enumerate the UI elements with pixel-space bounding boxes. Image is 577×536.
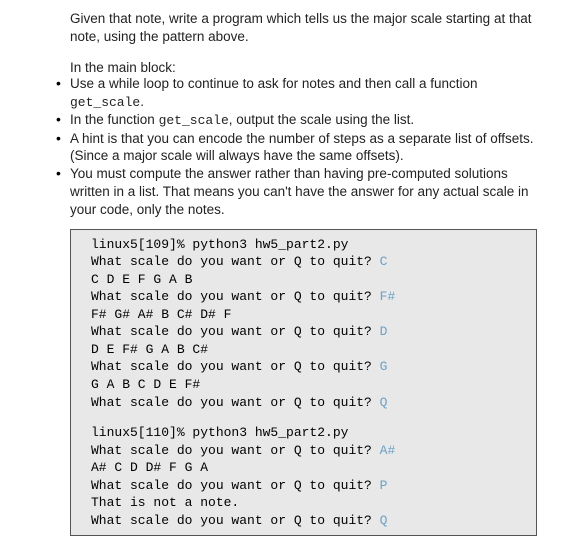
terminal-prompt: What scale do you want or Q to quit? [91, 324, 380, 339]
list-text: Use a while loop to continue to ask for … [70, 76, 478, 91]
list-text: , output the scale using the list. [229, 112, 414, 127]
terminal-result: A# C D D# F G A [91, 460, 208, 475]
instruction-list: Use a while loop to continue to ask for … [52, 75, 537, 218]
list-text: You must compute the answer rather than … [70, 166, 529, 217]
user-input: F# [380, 289, 396, 304]
user-input: P [380, 478, 388, 493]
terminal-prompt: What scale do you want or Q to quit? [91, 254, 380, 269]
terminal-command: linux5[110]% python3 hw5_part2.py [91, 425, 348, 440]
user-input: C [380, 254, 388, 269]
list-item: A hint is that you can encode the number… [52, 130, 537, 166]
terminal-result: F# G# A# B C# D# F [91, 307, 231, 322]
list-text: In the function [70, 112, 159, 127]
terminal-error: That is not a note. [91, 495, 239, 510]
user-input: Q [380, 395, 388, 410]
list-text: . [140, 94, 144, 109]
user-input: A# [380, 443, 396, 458]
terminal-prompt: What scale do you want or Q to quit? [91, 513, 380, 528]
list-item: Use a while loop to continue to ask for … [52, 75, 537, 111]
terminal-result: C D E F G A B [91, 272, 192, 287]
user-input: D [380, 324, 388, 339]
list-heading: In the main block: [70, 60, 537, 75]
terminal-prompt: What scale do you want or Q to quit? [91, 289, 380, 304]
terminal-prompt: What scale do you want or Q to quit? [91, 359, 380, 374]
intro-paragraph: Given that note, write a program which t… [70, 10, 537, 46]
list-text: A hint is that you can encode the number… [70, 131, 534, 164]
user-input: Q [380, 513, 388, 528]
user-input: G [380, 359, 388, 374]
terminal-result: G A B C D E F# [91, 377, 200, 392]
terminal-output: linux5[109]% python3 hw5_part2.py What s… [70, 229, 537, 536]
terminal-prompt: What scale do you want or Q to quit? [91, 478, 380, 493]
code-span: get_scale [159, 113, 229, 128]
terminal-command: linux5[109]% python3 hw5_part2.py [91, 237, 348, 252]
terminal-prompt: What scale do you want or Q to quit? [91, 395, 380, 410]
terminal-result: D E F# G A B C# [91, 342, 208, 357]
list-item: You must compute the answer rather than … [52, 165, 537, 218]
terminal-prompt: What scale do you want or Q to quit? [91, 443, 380, 458]
list-item: In the function get_scale, output the sc… [52, 111, 537, 129]
code-span: get_scale [70, 95, 140, 110]
